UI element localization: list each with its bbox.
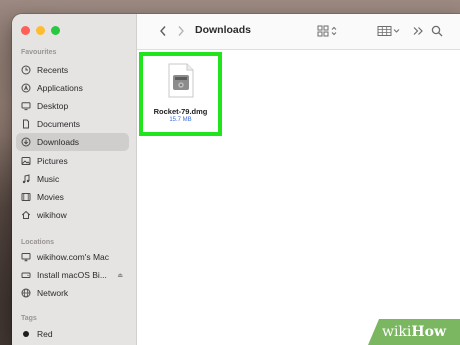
sidebar-item-label: wikihow.com's Mac <box>37 252 110 262</box>
sidebar-item-label: Desktop <box>37 101 69 111</box>
sidebar-item-desktop[interactable]: Desktop <box>16 97 129 115</box>
music-icon <box>21 174 31 184</box>
sidebar-item-label: Red <box>37 329 53 339</box>
file-size: 15.7 MB <box>169 117 192 123</box>
group-grid-icon <box>377 26 400 36</box>
locations-heading: Locations <box>21 239 55 246</box>
window-controls <box>21 26 60 35</box>
sidebar-item-label: Downloads <box>37 137 80 147</box>
zoom-button[interactable] <box>51 26 60 35</box>
desktop-icon <box>21 101 31 111</box>
applications-icon <box>21 83 31 93</box>
sidebar-item-label: Movies <box>37 192 64 202</box>
disk-image-icon <box>168 63 194 98</box>
search-button[interactable] <box>431 23 443 39</box>
watermark-suffix: How <box>411 324 447 340</box>
chevron-left-icon <box>160 26 166 36</box>
clock-icon <box>21 65 31 75</box>
disk-icon <box>21 270 31 280</box>
sidebar-item-network[interactable]: Network <box>16 284 129 302</box>
sidebar-item-documents[interactable]: Documents <box>16 115 129 133</box>
movies-icon <box>21 192 31 202</box>
minimize-button[interactable] <box>36 26 45 35</box>
double-chevron-icon <box>413 27 423 35</box>
icon-view-icon <box>317 25 337 37</box>
sidebar-item-downloads[interactable]: Downloads <box>16 133 129 151</box>
wikihow-watermark: wiki How <box>368 319 460 345</box>
search-icon <box>431 25 443 37</box>
sidebar-item-label: Recents <box>37 65 69 75</box>
sidebar-item-wikihow[interactable]: wikihow <box>16 206 129 224</box>
sidebar-item-install-macos[interactable]: Install macOS Bi... ⏏ <box>16 266 129 284</box>
more-toolbar-button[interactable] <box>412 23 424 39</box>
toolbar: Downloads <box>137 14 460 50</box>
view-mode-button[interactable] <box>317 23 339 39</box>
sidebar-item-music[interactable]: Music <box>16 170 129 188</box>
home-icon <box>21 210 31 220</box>
sidebar-item-mac[interactable]: wikihow.com's Mac <box>16 248 129 266</box>
sidebar-item-label: Network <box>37 288 69 298</box>
computer-icon <box>21 252 31 262</box>
sidebar-item-label: Applications <box>37 83 83 93</box>
close-button[interactable] <box>21 26 30 35</box>
pictures-icon <box>21 156 31 166</box>
sidebar: Favourites Recents Applications Desktop … <box>12 14 137 345</box>
forward-button[interactable] <box>177 23 185 39</box>
sidebar-item-label: Documents <box>37 119 80 129</box>
network-icon <box>21 288 31 298</box>
eject-icon[interactable]: ⏏ <box>117 272 123 279</box>
tags-heading: Tags <box>21 315 37 322</box>
file-name: Rocket-79.dmg <box>153 107 208 116</box>
sidebar-item-label: Install macOS Bi... <box>37 270 107 280</box>
sidebar-item-label: Pictures <box>37 156 68 166</box>
group-button[interactable] <box>377 23 401 39</box>
chevron-right-icon <box>178 26 184 36</box>
document-icon <box>21 119 31 129</box>
sidebar-item-applications[interactable]: Applications <box>16 79 129 97</box>
file-area: Rocket-79.dmg 15.7 MB <box>137 50 460 345</box>
sidebar-item-label: Music <box>37 174 60 184</box>
favourites-heading: Favourites <box>21 49 57 56</box>
sidebar-item-movies[interactable]: Movies <box>16 188 129 206</box>
sidebar-item-pictures[interactable]: Pictures <box>16 152 129 170</box>
window-title: Downloads <box>195 24 252 36</box>
sidebar-item-recents[interactable]: Recents <box>16 61 129 79</box>
finder-window: Favourites Recents Applications Desktop … <box>12 14 460 345</box>
sidebar-item-tag-red[interactable]: Red <box>16 325 129 343</box>
tag-dot-icon <box>23 331 29 337</box>
sidebar-item-label: wikihow <box>37 210 67 220</box>
back-button[interactable] <box>159 23 167 39</box>
file-item[interactable]: Rocket-79.dmg 15.7 MB <box>139 52 222 136</box>
watermark-prefix: wiki <box>381 324 412 340</box>
download-icon <box>21 137 31 147</box>
